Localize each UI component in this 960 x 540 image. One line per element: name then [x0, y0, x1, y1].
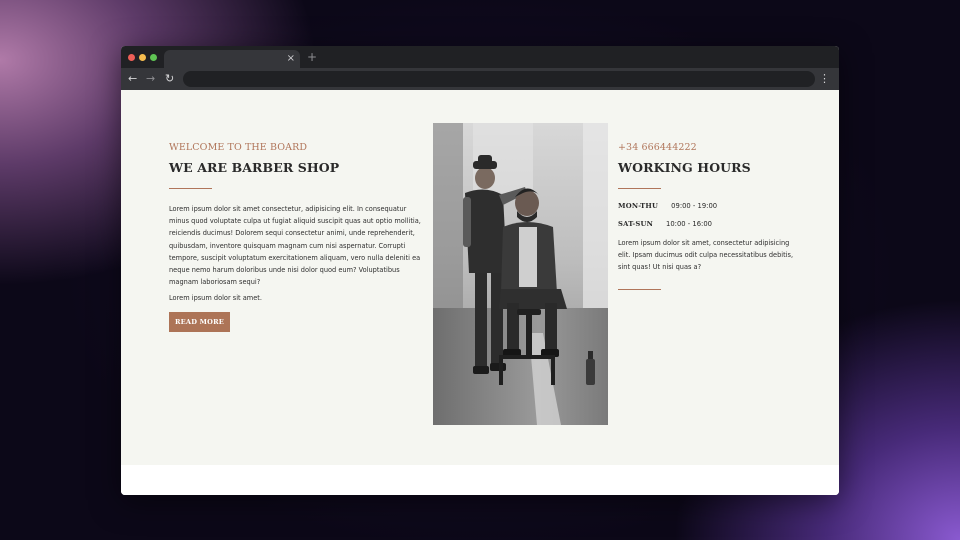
contact-paragraph: Lorem ipsum dolor sit amet, consectetur …: [618, 239, 794, 272]
tab-close-icon[interactable]: ×: [287, 51, 295, 67]
hours-day: MON-THU: [618, 202, 659, 210]
new-tab-icon[interactable]: +: [307, 49, 317, 65]
page-footer-band: [121, 465, 839, 495]
about-divider: [169, 188, 212, 189]
browser-window: × + ← → ↻ ⋮ WELCOME TO THE BOARD WE ARE …: [121, 46, 839, 495]
contact-divider-bottom: [618, 288, 661, 290]
read-more-button[interactable]: READ MORE: [169, 311, 230, 332]
hours-day: SAT-SUN: [618, 220, 654, 228]
maximize-window-button[interactable]: [150, 54, 157, 61]
back-arrow-icon[interactable]: ←: [128, 71, 137, 87]
hours-row: SAT-SUN 10:00 - 16:00: [618, 220, 796, 228]
page-content: WELCOME TO THE BOARD WE ARE BARBER SHOP …: [121, 90, 839, 495]
browser-titlebar: × +: [121, 46, 839, 68]
browser-menu-icon[interactable]: ⋮: [819, 71, 830, 87]
close-window-button[interactable]: [128, 54, 135, 61]
about-section: WELCOME TO THE BOARD WE ARE BARBER SHOP …: [169, 142, 425, 332]
about-paragraph: Lorem ipsum dolor sit amet consectetur, …: [169, 205, 421, 287]
browser-toolbar: ← → ↻ ⋮: [121, 68, 839, 90]
address-bar[interactable]: [183, 71, 815, 87]
about-paragraph-short: Lorem ipsum dolor sit amet.: [169, 294, 262, 303]
hours-list: MON-THU 09:00 - 19:00 SAT-SUN 10:00 - 16…: [618, 202, 796, 228]
contact-section: +34 666444222 WORKING HOURS MON-THU 09:0…: [618, 142, 796, 290]
minimize-window-button[interactable]: [139, 54, 146, 61]
about-title: WE ARE BARBER SHOP: [169, 160, 340, 175]
hours-row: MON-THU 09:00 - 19:00: [618, 202, 796, 210]
forward-arrow-icon[interactable]: →: [146, 71, 155, 87]
reload-icon[interactable]: ↻: [165, 71, 174, 87]
about-eyebrow: WELCOME TO THE BOARD: [169, 142, 308, 153]
hours-time: 10:00 - 16:00: [666, 220, 712, 228]
browser-tab[interactable]: ×: [164, 50, 300, 68]
working-hours-title: WORKING HOURS: [618, 160, 751, 175]
phone-number[interactable]: +34 666444222: [618, 142, 796, 153]
contact-divider: [618, 188, 661, 189]
barber-photo: [433, 123, 608, 425]
hours-time: 09:00 - 19:00: [671, 202, 718, 210]
